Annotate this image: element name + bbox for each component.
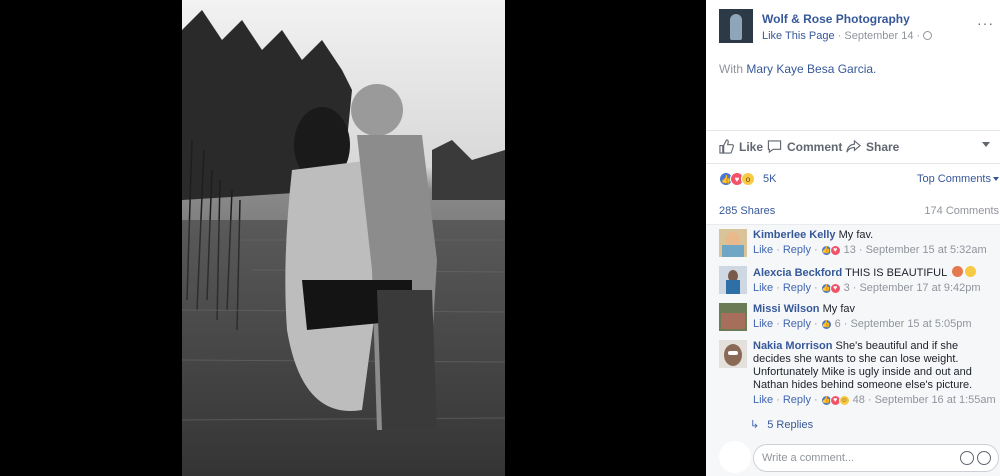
comment-text: My fav. bbox=[838, 229, 874, 241]
comment-meta: Like · Reply · 👍 6 · September 15 at 5:05pm bbox=[753, 318, 972, 331]
tagged-person-link[interactable]: Mary Kaye Besa Garcia. bbox=[746, 62, 876, 76]
comment-time[interactable]: September 15 at 5:05pm bbox=[850, 318, 971, 331]
love-reaction-icon: ♥ bbox=[829, 245, 841, 256]
share-icon bbox=[846, 139, 861, 153]
comment-composer bbox=[706, 439, 1000, 476]
comment-item: Alexcia Beckford THIS IS BEAUTIFUL Like ·… bbox=[719, 262, 1000, 299]
comment-reply-link[interactable]: Reply bbox=[783, 244, 811, 257]
replies-count: 5 Replies bbox=[767, 418, 814, 431]
comment-like-link[interactable]: Like bbox=[753, 318, 773, 331]
comment-reaction-count[interactable]: 48 bbox=[853, 394, 865, 407]
comment-reply-link[interactable]: Reply bbox=[783, 394, 811, 407]
comment-reaction-count[interactable]: 3 bbox=[844, 282, 850, 295]
avatar[interactable] bbox=[719, 340, 747, 368]
comment-reaction-count[interactable]: 6 bbox=[835, 318, 841, 331]
emoji-picker-icon[interactable] bbox=[960, 451, 974, 465]
shares-count[interactable]: 285 Shares bbox=[719, 205, 775, 217]
with-prefix: With bbox=[719, 62, 743, 76]
comment-sort-label: Top Comments bbox=[917, 173, 991, 185]
comment-time[interactable]: September 15 at 5:32am bbox=[866, 244, 987, 257]
haha-reaction-icon: ☺ bbox=[838, 395, 850, 406]
post-date[interactable]: September 14 bbox=[844, 30, 913, 42]
comment-meta: Like · Reply · 👍 ♥ 3 · September 17 at 9:42p… bbox=[753, 282, 981, 295]
comment-time[interactable]: September 17 at 9:42pm bbox=[859, 282, 980, 295]
post-sidebar: Wolf & Rose Photography Like This Page ·… bbox=[706, 0, 1000, 476]
comments-count[interactable]: 174 Comments bbox=[924, 205, 999, 217]
meta-separator: · bbox=[916, 30, 921, 42]
avatar[interactable] bbox=[719, 266, 747, 294]
comment-author[interactable]: Alexcia Beckford bbox=[753, 267, 842, 279]
wow-reaction-icon: o bbox=[741, 172, 755, 186]
emoji-icon bbox=[964, 266, 976, 277]
comment-icon bbox=[767, 140, 782, 154]
page-name-link[interactable]: Wolf & Rose Photography bbox=[762, 12, 910, 26]
thumbs-up-icon bbox=[719, 139, 734, 154]
share-label: Share bbox=[866, 139, 900, 154]
view-replies-link[interactable]: ↳ 5 Replies bbox=[750, 418, 814, 432]
comment-button[interactable]: Comment bbox=[767, 139, 842, 154]
sticker-icon[interactable] bbox=[977, 451, 991, 465]
comment-like-link[interactable]: Like bbox=[753, 244, 773, 257]
comment-author[interactable]: Nakia Morrison bbox=[753, 340, 832, 352]
action-bar: Like Comment Share bbox=[706, 130, 1000, 164]
share-button[interactable]: Share bbox=[846, 139, 899, 154]
tagged-line: With Mary Kaye Besa Garcia. bbox=[719, 62, 876, 76]
comment-text: THIS IS BEAUTIFUL bbox=[845, 267, 947, 279]
post-header: Wolf & Rose Photography Like This Page ·… bbox=[719, 9, 1000, 45]
post-photo[interactable] bbox=[182, 0, 505, 476]
comment-reply-link[interactable]: Reply bbox=[783, 282, 811, 295]
globe-icon[interactable] bbox=[923, 31, 933, 40]
comment-meta: Like · Reply · 👍 ♥ ☺ 48 · September 16 at 1:5… bbox=[753, 394, 996, 407]
comment-item: Kimberlee Kelly My fav. Like · Reply · 👍 ♥ … bbox=[719, 225, 1000, 262]
comments-list: Kimberlee Kelly My fav. Like · Reply · 👍 ♥ … bbox=[706, 224, 1000, 439]
heart-eyes-emoji-icon bbox=[951, 266, 963, 277]
like-reaction-icon: 👍 bbox=[820, 319, 832, 330]
photo-image bbox=[182, 0, 505, 476]
chevron-down-icon bbox=[993, 177, 999, 182]
comment-label: Comment bbox=[787, 139, 843, 154]
comment-like-link[interactable]: Like bbox=[753, 394, 773, 407]
comment-sort-dropdown[interactable]: Top Comments bbox=[917, 173, 999, 185]
reaction-icons[interactable]: 👍 ♥ o bbox=[719, 172, 755, 186]
comment-meta: Like · Reply · 👍 ♥ 13 · September 15 at 5:32… bbox=[753, 244, 987, 257]
more-options-icon[interactable]: ··· bbox=[977, 15, 994, 31]
comment-like-link[interactable]: Like bbox=[753, 282, 773, 295]
reply-arrow-icon: ↳ bbox=[750, 419, 760, 431]
post-meta: Like This Page · September 14 · bbox=[762, 30, 933, 42]
comment-body: Kimberlee Kelly My fav. Like · Reply · 👍 ♥ … bbox=[753, 229, 999, 257]
reaction-count[interactable]: 5K bbox=[763, 173, 776, 185]
photo-viewer bbox=[0, 0, 706, 476]
comment-body: Nakia Morrison She's beautiful and if sh… bbox=[753, 340, 999, 407]
love-reaction-icon: ♥ bbox=[829, 283, 841, 294]
comment-author[interactable]: Missi Wilson bbox=[753, 303, 820, 315]
comment-body: Missi Wilson My fav Like · Reply · 👍 6 · Se… bbox=[753, 303, 999, 331]
comment-text: My fav bbox=[822, 303, 855, 315]
comment-item: Missi Wilson My fav Like · Reply · 👍 6 · Se… bbox=[719, 299, 1000, 336]
like-page-link[interactable]: Like This Page bbox=[762, 30, 835, 42]
like-label: Like bbox=[739, 139, 764, 154]
comment-author[interactable]: Kimberlee Kelly bbox=[753, 229, 836, 241]
meta-separator: · bbox=[837, 30, 842, 42]
comment-item: Nakia Morrison She's beautiful and if sh… bbox=[719, 336, 1000, 416]
avatar[interactable] bbox=[719, 229, 747, 257]
like-button[interactable]: Like bbox=[719, 139, 763, 154]
avatar[interactable] bbox=[719, 303, 747, 331]
page-avatar[interactable] bbox=[719, 9, 753, 43]
reactions-summary: 👍 ♥ o 5K Top Comments bbox=[719, 172, 999, 188]
share-audience-caret-icon[interactable] bbox=[982, 142, 990, 147]
comment-body: Alexcia Beckford THIS IS BEAUTIFUL Like ·… bbox=[753, 266, 999, 295]
avatar bbox=[719, 441, 751, 473]
comment-time[interactable]: September 16 at 1:55am bbox=[875, 394, 996, 407]
comment-reaction-count[interactable]: 13 bbox=[844, 244, 856, 257]
comment-reply-link[interactable]: Reply bbox=[783, 318, 811, 331]
